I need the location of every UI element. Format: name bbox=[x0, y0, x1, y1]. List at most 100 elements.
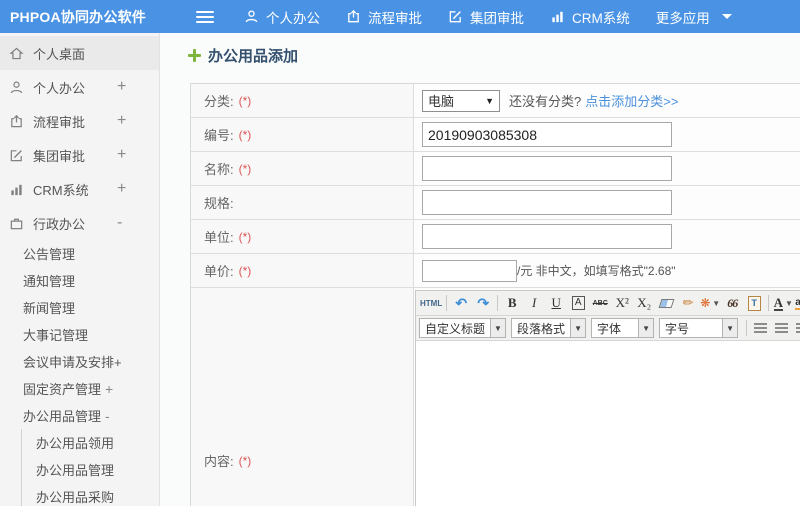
expand-toggle[interactable]: + bbox=[117, 146, 126, 164]
home-icon bbox=[9, 47, 24, 59]
align-right-button[interactable] bbox=[796, 323, 800, 333]
paste-as-text-button[interactable]: T bbox=[744, 293, 764, 313]
edit-icon bbox=[10, 149, 22, 161]
align-left-button[interactable] bbox=[754, 323, 768, 333]
spec-label: 规格: bbox=[204, 196, 234, 211]
sidebar-item-label: 办公用品管理 bbox=[23, 409, 102, 424]
sidebar: 个人桌面 个人办公 + 流程审批 + 集团审批 + CRM系统 + 行政办公 - bbox=[0, 33, 160, 506]
sidebar-item-supplies-claim[interactable]: 办公用品领用 bbox=[22, 429, 159, 456]
sidebar-item-memorabilia-mgmt[interactable]: 大事记管理 bbox=[0, 321, 159, 348]
sidebar-item-admin-office[interactable]: 行政办公 - bbox=[0, 206, 159, 240]
sidebar-item-personal-office[interactable]: 个人办公 + bbox=[0, 70, 159, 104]
share-flow-icon bbox=[348, 9, 359, 23]
sidebar-item-news-mgmt[interactable]: 新闻管理 bbox=[0, 294, 159, 321]
dropdown-arrow-icon: ▼ bbox=[490, 319, 506, 337]
paragraph-format-dropdown[interactable]: 段落格式 ▼ bbox=[511, 318, 587, 338]
dropdown-label: 自定义标题 bbox=[425, 321, 486, 336]
unit-input[interactable] bbox=[422, 224, 672, 249]
add-plus-icon bbox=[188, 49, 201, 62]
sidebar-item-office-supplies-mgmt[interactable]: 办公用品管理 - bbox=[0, 402, 159, 429]
expand-toggle[interactable]: + bbox=[117, 78, 126, 96]
undo-button[interactable]: ↶ bbox=[451, 293, 471, 313]
sidebar-item-supplies-manage[interactable]: 办公用品管理 bbox=[22, 456, 159, 483]
quick-format-button[interactable]: ❋ ▼ bbox=[700, 293, 720, 313]
nav-personal-office[interactable]: 个人办公 bbox=[244, 7, 320, 27]
briefcase-icon bbox=[10, 218, 23, 229]
dropdown-arrow-icon: ▼ bbox=[784, 298, 793, 308]
expand-toggle[interactable]: + bbox=[117, 112, 126, 130]
sidebar-item-notice-mgmt[interactable]: 通知管理 bbox=[0, 267, 159, 294]
sidebar-item-group-approval[interactable]: 集团审批 + bbox=[0, 138, 159, 172]
font-family-dropdown[interactable]: 字体 ▼ bbox=[591, 318, 655, 338]
form-row-spec: 规格: bbox=[191, 186, 800, 220]
sidebar-item-announcement-mgmt[interactable]: 公告管理 bbox=[0, 240, 159, 267]
italic-button[interactable]: I bbox=[524, 293, 544, 313]
expand-toggle[interactable]: - bbox=[105, 408, 110, 424]
editor-content-area[interactable] bbox=[416, 341, 800, 506]
nav-group-approval[interactable]: 集团审批 bbox=[448, 7, 524, 27]
sidebar-item-label: 会议申请及安排+ bbox=[23, 355, 122, 370]
nav-more-apps[interactable]: 更多应用 bbox=[656, 7, 732, 27]
code-input[interactable] bbox=[422, 122, 672, 147]
superscript-button[interactable]: X² bbox=[612, 293, 632, 313]
required-mark: (*) bbox=[238, 93, 252, 108]
sidebar-item-label: 大事记管理 bbox=[23, 328, 89, 343]
expand-toggle[interactable]: + bbox=[117, 180, 126, 198]
caret-down-icon bbox=[721, 14, 732, 19]
font-color-icon: A bbox=[773, 294, 783, 311]
font-color-button[interactable]: A ▼ bbox=[773, 293, 793, 313]
dropdown-label: 字体 bbox=[597, 321, 622, 336]
code-label: 编号: bbox=[204, 128, 234, 143]
strikethrough-button[interactable]: ABC bbox=[590, 293, 610, 313]
blockquote-button[interactable]: 66 bbox=[722, 293, 742, 313]
spec-input[interactable] bbox=[422, 190, 672, 215]
sidebar-item-crm-system[interactable]: CRM系统 + bbox=[0, 172, 159, 206]
highlight-color-button[interactable]: ab▼ bbox=[795, 293, 800, 313]
sidebar-item-label: 集团审批 bbox=[33, 148, 86, 164]
nav-workflow-approval[interactable]: 流程审批 bbox=[346, 7, 422, 27]
unit-label: 单位: bbox=[204, 230, 234, 245]
form-row-name: 名称: (*) bbox=[191, 152, 800, 186]
bar-chart-icon bbox=[552, 11, 563, 23]
expand-toggle[interactable]: - bbox=[117, 214, 122, 232]
name-input[interactable] bbox=[422, 156, 672, 181]
form-row-code: 编号: (*) bbox=[191, 118, 800, 152]
add-category-link[interactable]: 点击添加分类>> bbox=[585, 91, 678, 110]
sidebar-item-label: CRM系统 bbox=[33, 182, 89, 198]
price-input[interactable] bbox=[422, 259, 517, 282]
sidebar-item-meeting-request[interactable]: 会议申请及安排+ bbox=[0, 348, 159, 375]
font-size-dropdown[interactable]: 字号 ▼ bbox=[659, 318, 739, 338]
custom-heading-dropdown[interactable]: 自定义标题 ▼ bbox=[419, 318, 507, 338]
redo-button[interactable]: ↷ bbox=[473, 293, 493, 313]
sidebar-item-personal-desktop[interactable]: 个人桌面 bbox=[0, 36, 159, 70]
remove-format-button[interactable] bbox=[656, 293, 676, 313]
sidebar-item-fixed-assets-mgmt[interactable]: 固定资产管理 + bbox=[0, 375, 159, 402]
underline-button[interactable]: U bbox=[546, 293, 566, 313]
subscript-button[interactable]: X₂ bbox=[634, 293, 654, 313]
sidebar-item-label: 流程审批 bbox=[33, 114, 86, 130]
sidebar-item-label: 新闻管理 bbox=[23, 301, 76, 316]
bold-button[interactable]: B bbox=[502, 293, 522, 313]
category-select[interactable]: 电脑 ▼ bbox=[422, 89, 500, 112]
nav-crm-system[interactable]: CRM系统 bbox=[550, 7, 630, 27]
category-label: 分类: bbox=[204, 94, 234, 109]
price-hint: /元 非中文，如填写格式"2.68" bbox=[517, 264, 676, 278]
hamburger-menu-icon[interactable] bbox=[196, 10, 214, 23]
price-label: 单价: bbox=[204, 264, 234, 279]
font-box-button[interactable]: A bbox=[568, 293, 588, 313]
align-center-button[interactable] bbox=[775, 323, 789, 333]
toolbar-separator bbox=[497, 295, 499, 311]
sidebar-item-label: 个人办公 bbox=[33, 80, 86, 96]
sidebar-item-supplies-purchase[interactable]: 办公用品采购 bbox=[22, 483, 159, 506]
required-mark: (*) bbox=[238, 127, 252, 142]
required-mark: (*) bbox=[238, 161, 252, 176]
expand-toggle[interactable]: + bbox=[105, 381, 113, 397]
format-brush-button[interactable]: ✏ bbox=[678, 293, 698, 313]
nav-label: 个人办公 bbox=[266, 10, 320, 26]
sidebar-item-workflow-approval[interactable]: 流程审批 + bbox=[0, 104, 159, 138]
html-source-button[interactable]: HTML bbox=[420, 293, 442, 313]
top-header: PHPOA协同办公软件 个人办公 流程审批 集团审批 CRM系统 更多应用 bbox=[0, 0, 800, 33]
form-row-price: 单价: (*) /元 非中文，如填写格式"2.68" bbox=[191, 254, 800, 288]
form-row-content: 内容: (*) HTML ↶ ↷ B I U A ABC X² X₂ ✏ ❋ ▼… bbox=[191, 288, 800, 506]
boxed-a-icon: A bbox=[571, 296, 585, 310]
